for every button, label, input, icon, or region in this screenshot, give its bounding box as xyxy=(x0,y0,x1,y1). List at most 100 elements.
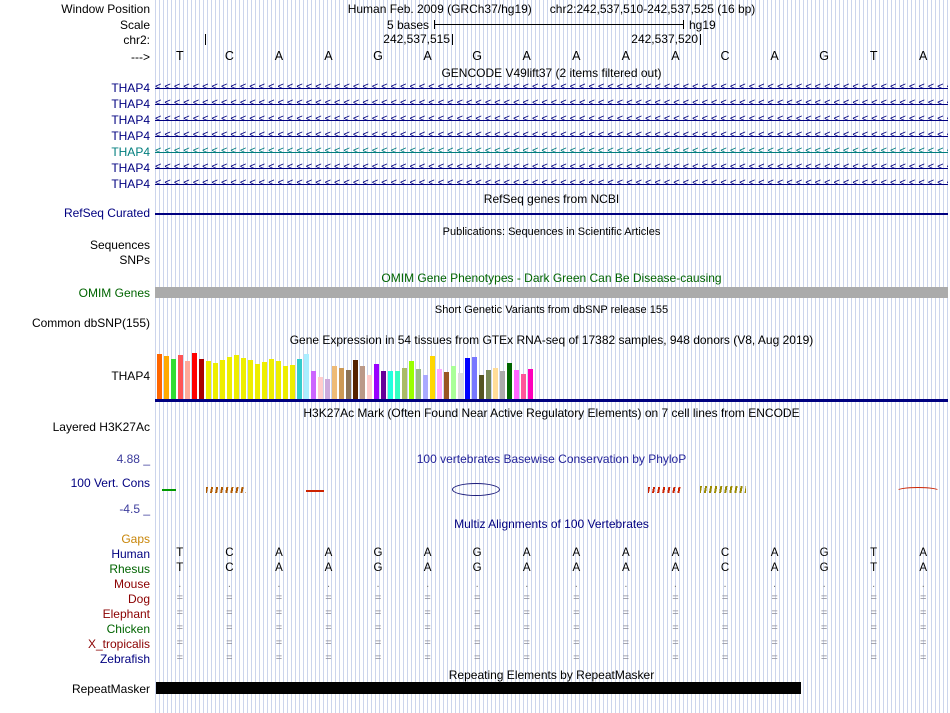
transcript-intron-arrows[interactable]: <<<<<<<<<<<<<<<<<<<<<<<<<<<<<<<<<<<<<<<<… xyxy=(155,112,948,128)
alignment-gap-mark: = xyxy=(771,607,778,619)
alignment-base: A xyxy=(522,562,531,574)
transcript-intron-arrows[interactable]: <<<<<<<<<<<<<<<<<<<<<<<<<<<<<<<<<<<<<<<<… xyxy=(155,80,948,96)
omim-track-title: OMIM Gene Phenotypes - Dark Green Can Be… xyxy=(381,271,722,285)
alignment-gap-mark: = xyxy=(771,652,778,664)
phylop-mark-arc xyxy=(896,487,940,495)
alignment-dot: . xyxy=(921,578,925,590)
alignment-gap-mark: = xyxy=(573,592,580,604)
gtex-tissue-bar xyxy=(444,372,449,399)
gtex-tissue-bar xyxy=(157,354,162,399)
gtex-tissue-bar xyxy=(276,361,281,399)
track-label-layered-h3k27ac[interactable]: Layered H3K27Ac xyxy=(0,420,150,434)
gtex-tissue-bar xyxy=(423,375,428,399)
alignment-gap-mark: = xyxy=(622,622,630,634)
gtex-tissue-bar xyxy=(248,360,253,399)
transcript-intron-arrows[interactable]: <<<<<<<<<<<<<<<<<<<<<<<<<<<<<<<<<<<<<<<<… xyxy=(155,96,948,112)
alignment-base: C xyxy=(720,562,730,574)
track-label-thap4[interactable]: THAP4 xyxy=(0,97,150,111)
track-label-common-dbsnp[interactable]: Common dbSNP(155) xyxy=(0,316,150,330)
refseq-gene-line[interactable] xyxy=(155,213,948,215)
gtex-tissue-bar xyxy=(465,358,470,399)
alignment-base: A xyxy=(919,562,928,574)
base-letter: G xyxy=(819,49,829,63)
track-label-thap4[interactable]: THAP4 xyxy=(0,161,150,175)
track-label-thap4[interactable]: THAP4 xyxy=(0,145,150,159)
alignment-base: G xyxy=(472,547,482,559)
coordinate-tick xyxy=(452,34,453,45)
gtex-tissue-bar xyxy=(451,366,456,399)
base-letter: A xyxy=(671,49,680,63)
phylop-mark-ellipse xyxy=(452,483,500,496)
track-label-thap4[interactable]: THAP4 xyxy=(0,81,150,95)
alignment-base: A xyxy=(275,547,283,559)
alignment-gap-mark: = xyxy=(473,622,481,634)
track-label-thap4[interactable]: THAP4 xyxy=(0,129,150,143)
alignment-gap-mark: = xyxy=(226,592,233,604)
multiz-species-label-gaps[interactable]: Gaps xyxy=(0,532,150,546)
gtex-tissue-bar xyxy=(213,363,218,399)
alignment-base: A xyxy=(572,562,581,574)
phylop-track-title: 100 vertebrates Basewise Conservation by… xyxy=(416,452,687,466)
track-label-omim-genes[interactable]: OMIM Genes xyxy=(0,286,150,300)
h3k27ac-track-title: H3K27Ac Mark (Often Found Near Active Re… xyxy=(303,406,800,420)
repeat-element-bar[interactable] xyxy=(156,682,801,694)
multiz-species-label-elephant[interactable]: Elephant xyxy=(0,607,150,621)
omim-gene-bar[interactable] xyxy=(155,287,948,298)
alignment-gap-mark: = xyxy=(870,607,877,619)
phylop-mark-dash xyxy=(162,489,176,491)
assembly-text: Human Feb. 2009 (GRCh37/hg19) xyxy=(347,2,532,16)
base-letter: C xyxy=(224,49,234,63)
track-label-refseq-curated[interactable]: RefSeq Curated xyxy=(0,206,150,220)
track-label-gtex-thap4[interactable]: THAP4 xyxy=(0,369,150,383)
transcript-intron-arrows[interactable]: <<<<<<<<<<<<<<<<<<<<<<<<<<<<<<<<<<<<<<<<… xyxy=(155,160,948,176)
gtex-tissue-bar xyxy=(178,355,183,399)
alignment-dot: . xyxy=(574,578,578,590)
multiz-species-label-zebrafish[interactable]: Zebrafish xyxy=(0,652,150,666)
track-label-thap4[interactable]: THAP4 xyxy=(0,177,150,191)
multiz-species-label-chicken[interactable]: Chicken xyxy=(0,622,150,636)
alignment-gap-mark: = xyxy=(226,607,233,619)
alignment-gap-mark: = xyxy=(672,652,679,664)
track-label-repeatmasker[interactable]: RepeatMasker xyxy=(0,682,150,696)
alignment-base: A xyxy=(770,547,779,559)
multiz-species-label-human[interactable]: Human xyxy=(0,547,150,561)
position-text: chr2:242,537,510-242,537,525 (16 bp) xyxy=(549,2,756,16)
alignment-base: A xyxy=(275,562,283,574)
transcript-intron-arrows[interactable]: <<<<<<<<<<<<<<<<<<<<<<<<<<<<<<<<<<<<<<<<… xyxy=(155,144,948,160)
alignment-gap-mark: = xyxy=(374,637,382,649)
multiz-species-label-rhesus[interactable]: Rhesus xyxy=(0,562,150,576)
gtex-tissue-bar xyxy=(486,370,491,399)
track-label-100-vert-cons[interactable]: 100 Vert. Cons xyxy=(0,476,150,490)
base-letter: G xyxy=(373,49,383,63)
gtex-tissue-bar xyxy=(311,371,316,399)
alignment-dot: . xyxy=(673,578,677,590)
base-letter: C xyxy=(720,49,730,63)
gtex-gene-model-line[interactable] xyxy=(155,399,948,402)
coordinate-tick xyxy=(205,34,206,45)
gtex-tissue-bar xyxy=(241,358,246,399)
scale-assembly-text: hg19 xyxy=(689,18,716,32)
track-label-snps[interactable]: SNPs xyxy=(0,253,150,267)
alignment-base: A xyxy=(622,562,630,574)
phylop-mark-squiggle xyxy=(648,487,682,493)
phylop-mark-dash xyxy=(306,490,324,492)
multiz-species-label-x_tropicalis[interactable]: X_tropicalis xyxy=(0,637,150,651)
multiz-species-label-dog[interactable]: Dog xyxy=(0,592,150,606)
base-letter: A xyxy=(919,49,928,63)
alignment-gap-mark: = xyxy=(672,637,679,649)
transcript-intron-arrows[interactable]: <<<<<<<<<<<<<<<<<<<<<<<<<<<<<<<<<<<<<<<<… xyxy=(155,176,948,192)
window-position-label: Window Position xyxy=(61,2,150,16)
multiz-species-label-mouse[interactable]: Mouse xyxy=(0,577,150,591)
track-label-thap4[interactable]: THAP4 xyxy=(0,113,150,127)
base-letter: A xyxy=(572,49,581,63)
gtex-tissue-bar xyxy=(332,366,337,399)
base-letter: G xyxy=(472,49,483,63)
track-label-sequences[interactable]: Sequences xyxy=(0,238,150,252)
alignment-gap-mark: = xyxy=(176,592,183,604)
alignment-gap-mark: = xyxy=(275,592,283,604)
gtex-tissue-bar xyxy=(528,369,533,399)
base-letter: A xyxy=(770,49,779,63)
alignment-gap-mark: = xyxy=(473,652,481,664)
alignment-dot: . xyxy=(227,578,231,590)
transcript-intron-arrows[interactable]: <<<<<<<<<<<<<<<<<<<<<<<<<<<<<<<<<<<<<<<<… xyxy=(155,128,948,144)
